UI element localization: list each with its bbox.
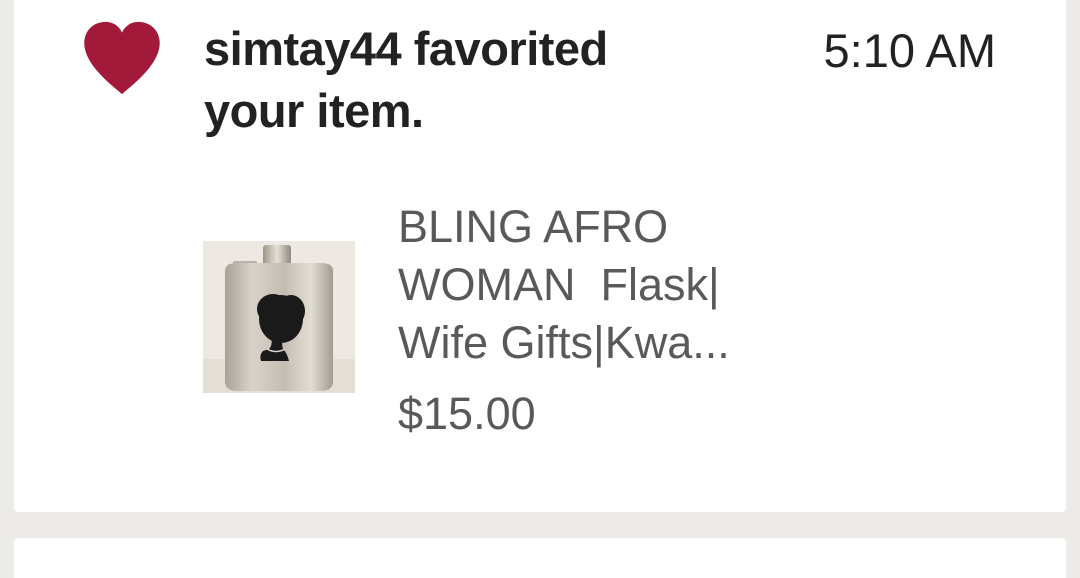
notification-card[interactable]: simtay44 favorited your item. 5:10 AM BL… [14,0,1066,512]
item-title-line: Wife Gifts|Kwa... [398,317,730,368]
next-notification-card[interactable] [14,538,1066,578]
notification-action: favorited [413,22,609,75]
item-thumbnail[interactable] [203,241,355,393]
item-title-line: WOMAN Flask| [398,259,720,310]
item-price: $15.00 [398,388,536,439]
username-link[interactable]: simtay44 [204,22,402,75]
notification-object: your item. [204,84,424,137]
item-title[interactable]: BLING AFRO WOMAN Flask| Wife Gifts|Kwa... [398,198,838,372]
heart-icon [81,20,163,96]
flask-silhouette-image [203,241,355,393]
notification-time: 5:10 AM [823,24,996,77]
notification-message: simtay44 favorited your item. [204,18,764,142]
item-title-line: BLING AFRO [398,201,669,252]
